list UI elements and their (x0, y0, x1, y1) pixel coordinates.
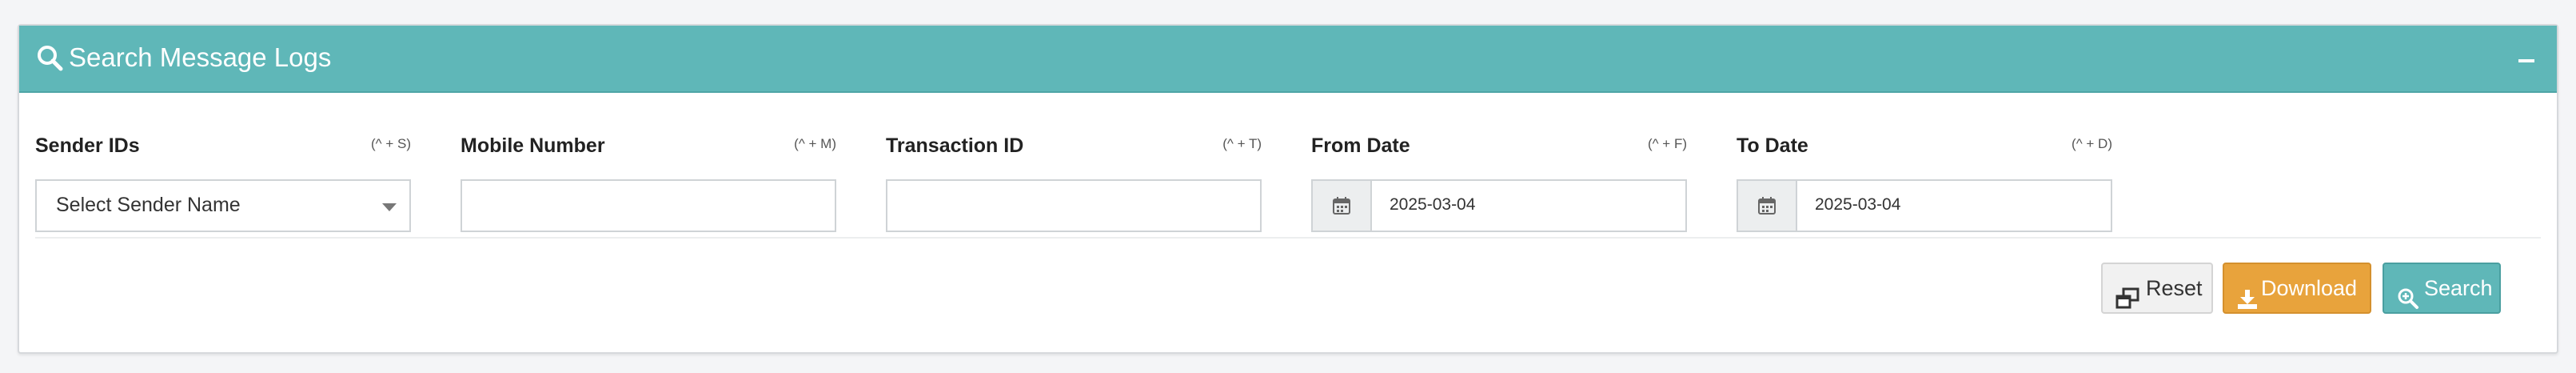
zoom-search-icon (2397, 279, 2419, 327)
mobile-number-input[interactable] (461, 179, 836, 232)
from-date-value: 2025-03-04 (1390, 195, 1476, 214)
calendar-icon[interactable] (1313, 181, 1372, 231)
calendar-icon[interactable] (1738, 181, 1797, 231)
divider (35, 237, 2541, 239)
panel-header: Search Message Logs (19, 26, 2557, 93)
to-date-shortcut: (^ + D) (2072, 136, 2112, 151)
reset-button[interactable]: Reset (2101, 263, 2213, 314)
from-date-shortcut: (^ + F) (1647, 136, 1687, 151)
transaction-id-label: Transaction ID (886, 134, 1024, 157)
sender-ids-label: Sender IDs (35, 134, 140, 157)
search-label: Search (2424, 276, 2493, 300)
reset-label: Reset (2146, 276, 2203, 300)
transaction-id-shortcut: (^ + T) (1222, 136, 1262, 151)
mobile-number-label: Mobile Number (461, 134, 605, 157)
from-date-input[interactable]: 2025-03-04 (1311, 179, 1687, 232)
download-label: Download (2261, 276, 2358, 300)
to-date-label: To Date (1737, 134, 1808, 157)
reset-icon (2115, 279, 2139, 327)
to-date-input[interactable]: 2025-03-04 (1737, 179, 2112, 232)
search-message-logs-panel: Search Message Logs Sender IDs (^ + S) S… (18, 24, 2558, 354)
transaction-id-input[interactable] (886, 179, 1262, 232)
to-date-value: 2025-03-04 (1815, 195, 1901, 214)
download-button[interactable]: Download (2223, 263, 2371, 314)
from-date-label: From Date (1311, 134, 1410, 157)
panel-title: Search Message Logs (69, 42, 332, 72)
mobile-number-shortcut: (^ + M) (794, 136, 836, 151)
caret-down-icon (382, 203, 397, 211)
sender-ids-selected-value: Select Sender Name (56, 194, 241, 216)
sender-ids-select[interactable]: Select Sender Name (35, 179, 411, 232)
download-icon (2237, 279, 2258, 327)
search-icon (35, 43, 64, 72)
collapse-button[interactable] (2512, 42, 2541, 74)
minus-icon (2518, 59, 2534, 62)
search-button[interactable]: Search (2383, 263, 2501, 314)
sender-ids-shortcut: (^ + S) (370, 136, 411, 151)
